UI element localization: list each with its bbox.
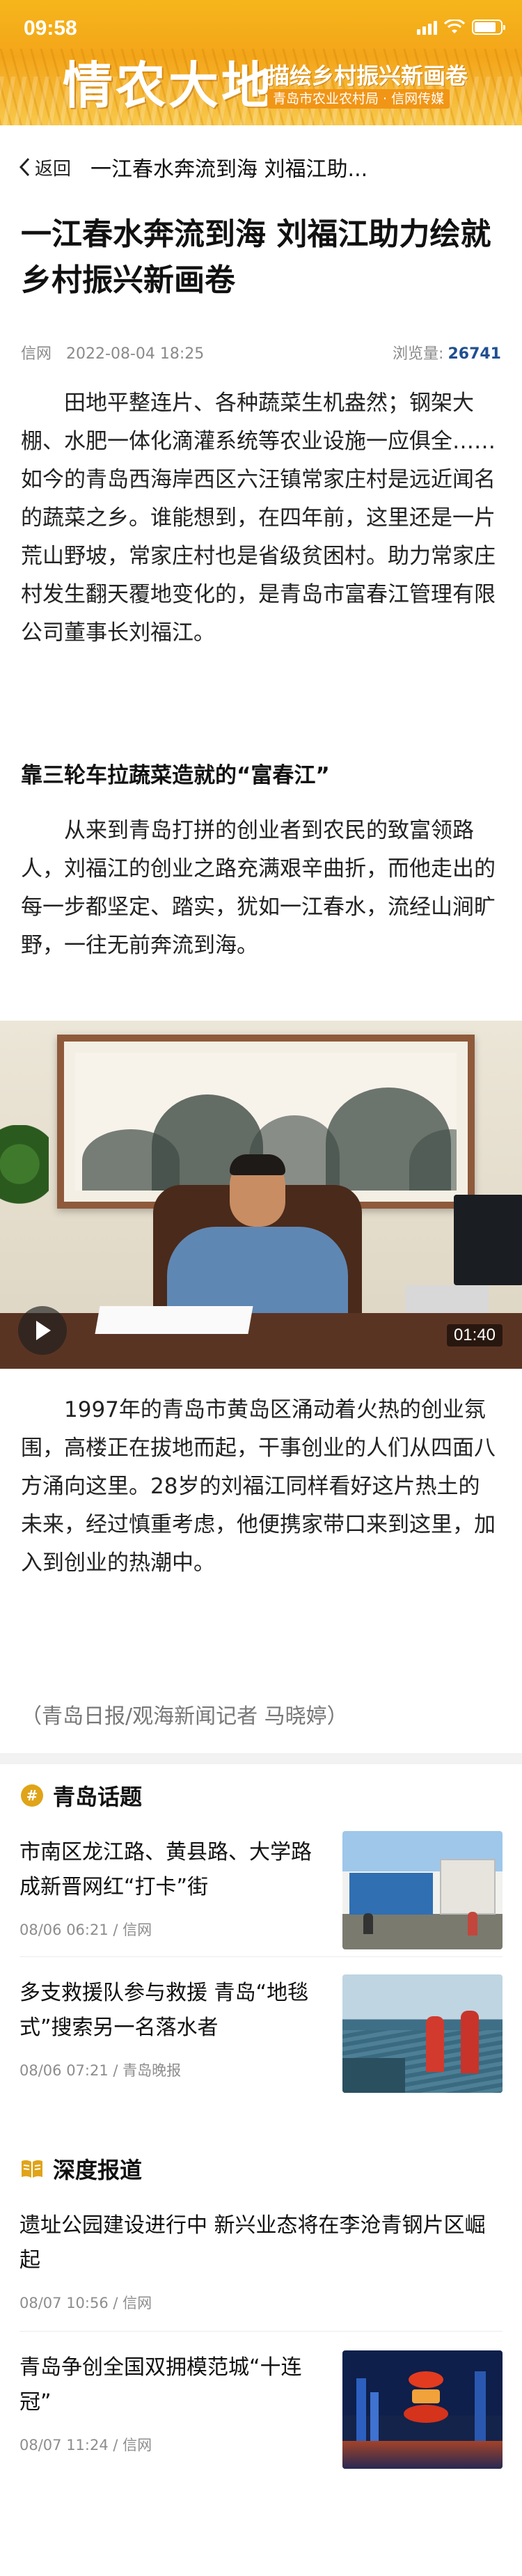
list-separator — [19, 1956, 503, 1957]
article-paragraph-3: 1997年的青岛市黄岛区涌动着火热的创业氛围，高楼正在拔地而起，干事创业的人们从… — [21, 1397, 496, 1576]
section-title-indepth: 深度报道 — [53, 2157, 143, 2183]
battery-icon — [472, 19, 505, 35]
view-count: 浏览量: 26741 — [393, 341, 501, 363]
video-duration: 01:40 — [446, 1324, 503, 1346]
nav-title: 一江春水奔流到海 刘福江助... — [90, 157, 368, 182]
views-label: 浏览量: — [393, 345, 444, 363]
book-icon — [19, 2156, 45, 2181]
article-byline: （青岛日报/观海新闻记者 马晓婷） — [21, 1704, 348, 1729]
news-thumbnail — [342, 1974, 503, 2093]
news-thumbnail — [342, 2350, 503, 2469]
article-video[interactable]: 01:40 — [0, 1021, 522, 1369]
article-source: 信网 — [21, 345, 52, 363]
svg-text:#: # — [26, 1787, 38, 1804]
hashtag-icon: # — [19, 1783, 45, 1808]
list-item[interactable]: 遗址公园建设进行中 新兴业态将在李沧青钢片区崛起 08/07 10:56 / 信… — [19, 2208, 503, 2313]
play-button[interactable] — [18, 1306, 67, 1355]
back-label: 返回 — [35, 158, 72, 180]
back-button[interactable]: 返回 — [18, 155, 71, 180]
news-info: 08/07 10:56 / 信网 — [19, 2295, 152, 2311]
news-title: 市南区龙江路、黄县路、大学路成新晋网红“打卡”街 — [19, 1840, 312, 1899]
news-thumbnail — [342, 1831, 503, 1949]
chevron-left-icon — [19, 157, 30, 177]
news-title: 遗址公园建设进行中 新兴业态将在李沧青钢片区崛起 — [19, 2213, 486, 2272]
section-title-topics: 青岛话题 — [53, 1784, 143, 1810]
banner-slogan: 描绘乡村振兴新画卷 — [267, 63, 468, 89]
status-time: 09:58 — [24, 17, 77, 40]
signal-icon — [417, 19, 437, 35]
article-meta: 信网 2022-08-04 18:25 浏览量: 26741 — [21, 341, 501, 363]
section-header-indepth: 深度报道 — [19, 2153, 142, 2185]
section-header-topics: # 青岛话题 — [19, 1780, 142, 1812]
play-icon — [36, 1321, 51, 1340]
list-separator — [19, 2331, 503, 2332]
banner-logo: 情农大地 — [63, 56, 275, 115]
wifi-icon — [444, 19, 465, 33]
article-paragraph-2: 从来到青岛打拼的创业者到农民的致富领路人，刘福江的创业之路充满艰辛曲折，而他走出… — [21, 818, 496, 958]
banner-slogan-sub: 青岛市农业农村局 · 信网传媒 — [267, 89, 450, 109]
article-date: 2022-08-04 18:25 — [66, 345, 205, 363]
section-divider — [0, 1753, 522, 1764]
news-title: 多支救援队参与救援 青岛“地毯式”搜索另一名落水者 — [19, 1981, 309, 2040]
news-title: 青岛争创全国双拥模范城“十连冠” — [19, 2355, 302, 2414]
article-title: 一江春水奔流到海 刘福江助力绘就乡村振兴新画卷 — [21, 217, 491, 298]
article-paragraph-1: 田地平整连片、各种蔬菜生机盎然；钢架大棚、水肥一体化滴灌系统等农业设施一应俱全…… — [21, 391, 496, 645]
top-banner: 09:58 情农大地 描绘乡村振兴新画卷 青岛市农业农村局 · 信网传媒 — [0, 0, 522, 125]
nav-bar: 返回 一江春水奔流到海 刘福江助... — [0, 139, 522, 195]
article-subheading: 靠三轮车拉蔬菜造就的“富春江” — [21, 763, 330, 788]
views-value: 26741 — [448, 345, 501, 363]
